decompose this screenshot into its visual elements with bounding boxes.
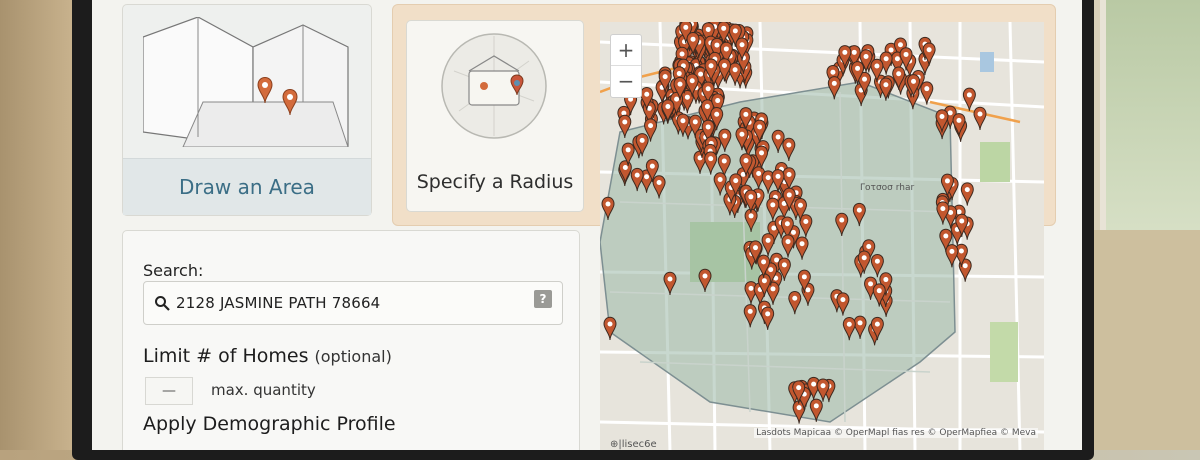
max-quantity-input[interactable]: — [145, 377, 193, 405]
street-label: Γοτσοσ rhar [860, 183, 914, 193]
search-label: Search: [143, 261, 204, 280]
draw-area-label: Draw an Area [179, 175, 315, 199]
limit-homes-optional: (optional) [314, 347, 392, 366]
map-scale: ⊕|lisec6e [610, 439, 657, 450]
radius-illustration [441, 33, 547, 139]
zoom-control: + − [610, 34, 642, 98]
home-pin-icon[interactable] [960, 182, 974, 206]
background-sill [1090, 230, 1200, 450]
park-area [980, 142, 1010, 182]
search-panel: Search: 2128 JASMINE PATH 78664 ? Limit … [122, 230, 580, 450]
park-area [990, 322, 1018, 382]
zoom-out-button[interactable]: − [611, 66, 641, 96]
home-pin-icon[interactable] [973, 106, 987, 131]
limit-homes-label: Limit # of Homes [143, 345, 309, 367]
limit-homes-title: Limit # of Homes (optional) [143, 345, 392, 367]
map-view[interactable]: Γοτσοσ rhar + − Lasdots Mapicaa © OperMa… [600, 22, 1044, 450]
map-canvas[interactable]: Γοτσοσ rhar [600, 22, 1044, 450]
search-input-value: 2128 JASMINE PATH 78664 [176, 294, 381, 312]
draw-area-option[interactable]: Draw an Area [122, 4, 372, 216]
help-icon[interactable]: ? [534, 290, 552, 308]
specify-radius-option[interactable]: Specify a Radius [406, 20, 584, 212]
max-quantity-label: max. quantity [211, 381, 316, 399]
map-attribution: Lasdots Mapicaa © OperMapl fias res © Op… [754, 428, 1038, 438]
draw-area-illustration [143, 17, 349, 147]
search-icon [155, 296, 170, 311]
app-screen: Draw an Area Specify a Radius Γοτσοσ rha… [92, 0, 1082, 450]
search-input[interactable]: 2128 JASMINE PATH 78664 ? [143, 281, 563, 325]
specify-radius-label: Specify a Radius [416, 171, 574, 193]
water-area [980, 52, 994, 72]
home-pin-icon[interactable] [962, 87, 976, 111]
home-pin-icon[interactable] [603, 316, 617, 341]
demographic-profile-title: Apply Demographic Profile [143, 413, 396, 435]
zoom-in-button[interactable]: + [611, 35, 641, 66]
